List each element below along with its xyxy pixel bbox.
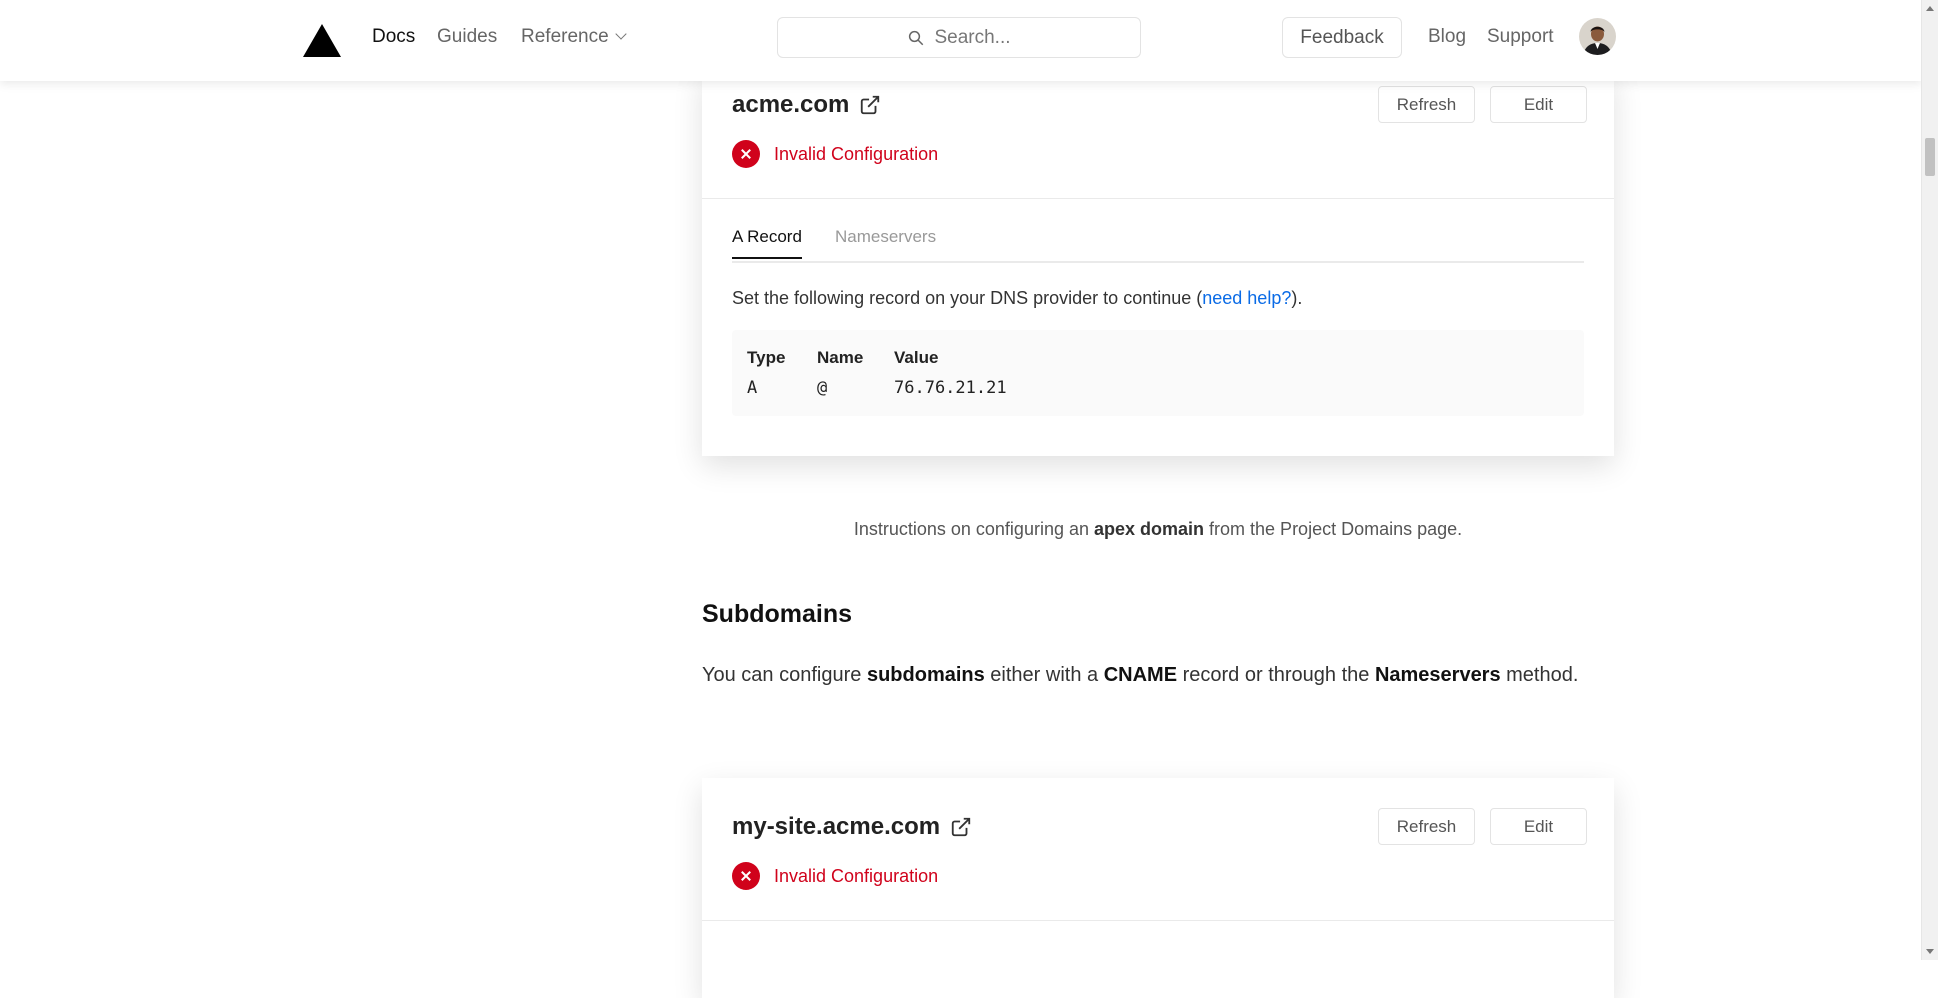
- caption-bold: apex domain: [1094, 519, 1205, 539]
- record-type: A: [747, 378, 758, 398]
- col-name-header: Name: [817, 348, 864, 367]
- status-text: Invalid Configuration: [774, 143, 939, 164]
- para-bold-cname: CNAME: [1103, 664, 1178, 686]
- dns-instruction: Set the following record on your DNS pro…: [732, 288, 1302, 309]
- nav-guides[interactable]: Guides: [437, 26, 497, 48]
- refresh-button[interactable]: Refresh: [1378, 86, 1475, 123]
- feedback-button[interactable]: Feedback: [1282, 17, 1402, 58]
- instruction-text: Set the following record on your DNS pro…: [732, 288, 1203, 308]
- domain-title[interactable]: acme.com: [732, 91, 881, 119]
- chevron-down-icon: [615, 28, 627, 40]
- col-value-header: Value: [894, 348, 939, 367]
- avatar[interactable]: [1579, 18, 1616, 55]
- external-link-icon[interactable]: [950, 816, 972, 838]
- nav-docs[interactable]: Docs: [372, 26, 415, 48]
- record-name: @: [817, 378, 828, 398]
- need-help-link[interactable]: need help?: [1202, 288, 1291, 308]
- scroll-up-arrow-icon[interactable]: [1926, 6, 1934, 11]
- nav-reference[interactable]: Reference: [521, 26, 627, 48]
- para-text: record or through the: [1177, 664, 1375, 686]
- tab-a-record[interactable]: A Record: [732, 227, 802, 259]
- search-placeholder: Search...: [934, 26, 1011, 48]
- domain-name[interactable]: acme.com: [732, 91, 849, 119]
- status-text: Invalid Configuration: [774, 865, 939, 886]
- apex-domain-card: acme.com Refresh Edit Invalid Configurat…: [702, 70, 1614, 456]
- logo-triangle-icon[interactable]: [303, 24, 341, 57]
- refresh-button[interactable]: Refresh: [1378, 808, 1475, 845]
- caption-text-end: from the Project Domains page.: [1204, 519, 1463, 539]
- search-icon: [909, 30, 924, 45]
- record-tabs: A Record Nameservers: [732, 227, 1584, 263]
- domain-name[interactable]: my-site.acme.com: [732, 813, 940, 841]
- subdomain-card: my-site.acme.com Refresh Edit Invalid Co…: [702, 778, 1614, 998]
- page-scrollbar[interactable]: [1921, 0, 1938, 960]
- error-icon: [732, 140, 760, 168]
- edit-button[interactable]: Edit: [1490, 808, 1587, 845]
- status-badge: Invalid Configuration: [732, 862, 938, 890]
- top-nav-bar: Docs Guides Reference Search... Feedback…: [0, 0, 1922, 81]
- para-text: method.: [1500, 664, 1579, 686]
- nav-reference-label: Reference: [521, 26, 609, 47]
- dns-record-table: Type Name Value A @ 76.76.21.21: [732, 330, 1584, 416]
- section-paragraph: You can configure subdomains either with…: [702, 658, 1622, 692]
- scrollbar-thumb[interactable]: [1925, 138, 1935, 176]
- col-type-header: Type: [747, 348, 786, 367]
- domain-title[interactable]: my-site.acme.com: [732, 813, 972, 841]
- instruction-text-end: ).: [1291, 288, 1303, 308]
- tab-nameservers[interactable]: Nameservers: [835, 227, 936, 257]
- search-input[interactable]: Search...: [777, 17, 1141, 58]
- para-text: either with a: [984, 664, 1104, 686]
- edit-button[interactable]: Edit: [1490, 86, 1587, 123]
- card-divider: [702, 920, 1614, 921]
- status-badge: Invalid Configuration: [732, 140, 938, 168]
- record-value: 76.76.21.21: [894, 378, 1007, 398]
- scroll-down-arrow-icon[interactable]: [1926, 949, 1934, 954]
- external-link-icon[interactable]: [859, 94, 881, 116]
- figure-caption: Instructions on configuring an apex doma…: [702, 519, 1614, 540]
- para-bold-nameservers: Nameservers: [1374, 664, 1501, 686]
- section-heading: Subdomains: [702, 600, 853, 628]
- error-icon: [732, 862, 760, 890]
- para-bold-subdomains: subdomains: [866, 664, 985, 686]
- nav-blog[interactable]: Blog: [1428, 26, 1466, 48]
- nav-support[interactable]: Support: [1487, 26, 1554, 48]
- card-divider: [702, 198, 1614, 199]
- para-text: You can configure: [702, 664, 867, 686]
- caption-text: Instructions on configuring an: [853, 519, 1094, 539]
